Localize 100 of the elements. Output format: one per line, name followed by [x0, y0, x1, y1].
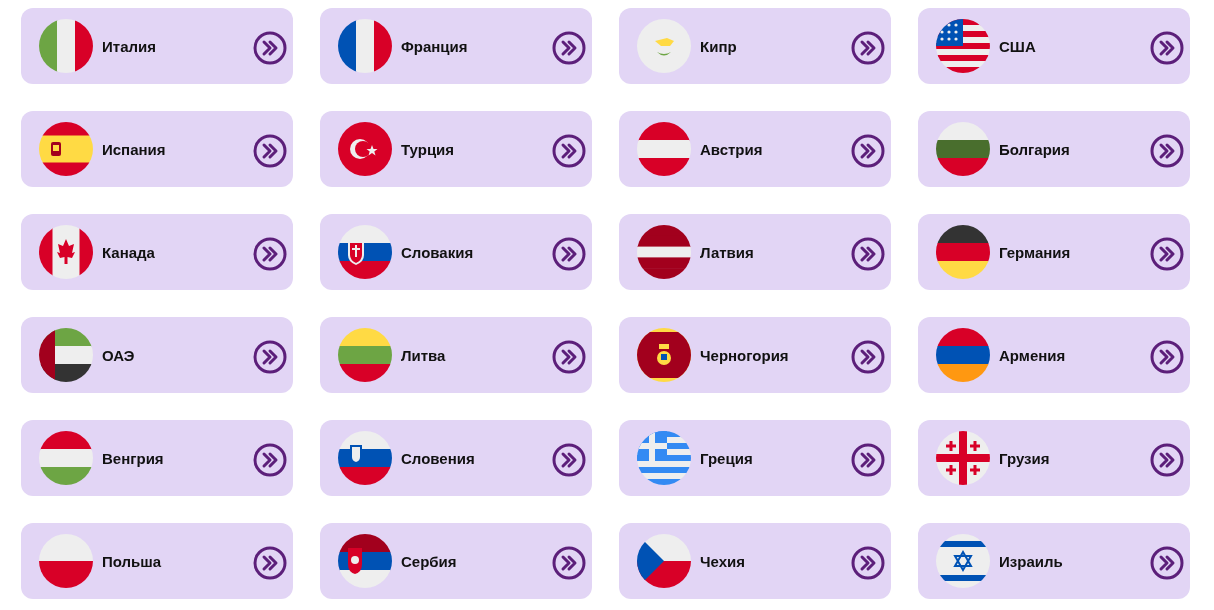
- country-name: Сербия: [401, 552, 458, 570]
- open-button[interactable]: [851, 237, 885, 271]
- country-card[interactable]: Венгрия: [21, 420, 293, 496]
- country-card[interactable]: Сербия: [320, 523, 592, 599]
- double-chevron-icon: [552, 31, 586, 65]
- flag-icon: [338, 534, 392, 588]
- open-button[interactable]: [253, 443, 287, 477]
- open-button[interactable]: [851, 31, 885, 65]
- open-button[interactable]: [552, 237, 586, 271]
- flag-icon: [637, 328, 691, 382]
- country-name: Испания: [102, 140, 167, 158]
- open-button[interactable]: [253, 237, 287, 271]
- country-name: Кипр: [700, 37, 738, 55]
- flag-icon: [936, 225, 990, 279]
- double-chevron-icon: [1150, 134, 1184, 168]
- country-name: Германия: [999, 243, 1072, 261]
- country-name: Греция: [700, 449, 754, 467]
- flag-icon: [39, 225, 93, 279]
- open-button[interactable]: [851, 134, 885, 168]
- double-chevron-icon: [253, 546, 287, 580]
- double-chevron-icon: [1150, 340, 1184, 374]
- country-name: Литва: [401, 346, 447, 364]
- double-chevron-icon: [253, 443, 287, 477]
- double-chevron-icon: [552, 546, 586, 580]
- double-chevron-icon: [552, 237, 586, 271]
- double-chevron-icon: [552, 340, 586, 374]
- country-name: Венгрия: [102, 449, 165, 467]
- country-card[interactable]: Армения: [918, 317, 1190, 393]
- flag-icon: [338, 122, 392, 176]
- open-button[interactable]: [1150, 546, 1184, 580]
- country-name: Словакия: [401, 243, 475, 261]
- double-chevron-icon: [851, 31, 885, 65]
- country-card[interactable]: Болгария: [918, 111, 1190, 187]
- double-chevron-icon: [851, 443, 885, 477]
- country-name: Франция: [401, 37, 469, 55]
- country-card[interactable]: Франция: [320, 8, 592, 84]
- flag-icon: [936, 534, 990, 588]
- open-button[interactable]: [552, 340, 586, 374]
- country-card[interactable]: Грузия: [918, 420, 1190, 496]
- open-button[interactable]: [851, 443, 885, 477]
- open-button[interactable]: [851, 340, 885, 374]
- flag-icon: [338, 225, 392, 279]
- country-card[interactable]: США: [918, 8, 1190, 84]
- country-card[interactable]: Кипр: [619, 8, 891, 84]
- country-name: ОАЭ: [102, 346, 136, 364]
- flag-icon: [936, 431, 990, 485]
- country-name: Чехия: [700, 552, 746, 570]
- country-card[interactable]: Греция: [619, 420, 891, 496]
- open-button[interactable]: [1150, 237, 1184, 271]
- country-card[interactable]: Испания: [21, 111, 293, 187]
- flag-icon: [637, 122, 691, 176]
- open-button[interactable]: [253, 340, 287, 374]
- open-button[interactable]: [552, 546, 586, 580]
- open-button[interactable]: [1150, 443, 1184, 477]
- country-name: Болгария: [999, 140, 1071, 158]
- country-card[interactable]: Австрия: [619, 111, 891, 187]
- open-button[interactable]: [1150, 134, 1184, 168]
- double-chevron-icon: [253, 31, 287, 65]
- flag-icon: [39, 431, 93, 485]
- country-name: Грузия: [999, 449, 1051, 467]
- country-card[interactable]: Германия: [918, 214, 1190, 290]
- country-name: Армения: [999, 346, 1067, 364]
- open-button[interactable]: [253, 546, 287, 580]
- country-card[interactable]: Италия: [21, 8, 293, 84]
- flag-icon: [338, 19, 392, 73]
- open-button[interactable]: [851, 546, 885, 580]
- country-card[interactable]: Литва: [320, 317, 592, 393]
- double-chevron-icon: [851, 134, 885, 168]
- double-chevron-icon: [552, 443, 586, 477]
- country-card[interactable]: Чехия: [619, 523, 891, 599]
- country-name: Италия: [102, 37, 157, 55]
- country-name: Турция: [401, 140, 456, 158]
- open-button[interactable]: [1150, 31, 1184, 65]
- flag-icon: [637, 534, 691, 588]
- country-card[interactable]: Латвия: [619, 214, 891, 290]
- flag-icon: [338, 431, 392, 485]
- country-name: Израиль: [999, 552, 1064, 570]
- flag-icon: [39, 122, 93, 176]
- double-chevron-icon: [1150, 443, 1184, 477]
- country-card[interactable]: Черногория: [619, 317, 891, 393]
- open-button[interactable]: [552, 134, 586, 168]
- double-chevron-icon: [253, 340, 287, 374]
- country-card[interactable]: Канада: [21, 214, 293, 290]
- country-name: Польша: [102, 552, 163, 570]
- flag-icon: [39, 328, 93, 382]
- country-card[interactable]: Польша: [21, 523, 293, 599]
- flag-icon: [39, 19, 93, 73]
- flag-icon: [637, 19, 691, 73]
- open-button[interactable]: [552, 31, 586, 65]
- open-button[interactable]: [253, 134, 287, 168]
- open-button[interactable]: [1150, 340, 1184, 374]
- country-card[interactable]: Словения: [320, 420, 592, 496]
- country-card[interactable]: Турция: [320, 111, 592, 187]
- country-name: Австрия: [700, 140, 764, 158]
- open-button[interactable]: [253, 31, 287, 65]
- country-card[interactable]: Израиль: [918, 523, 1190, 599]
- country-card[interactable]: Словакия: [320, 214, 592, 290]
- open-button[interactable]: [552, 443, 586, 477]
- double-chevron-icon: [1150, 31, 1184, 65]
- country-card[interactable]: ОАЭ: [21, 317, 293, 393]
